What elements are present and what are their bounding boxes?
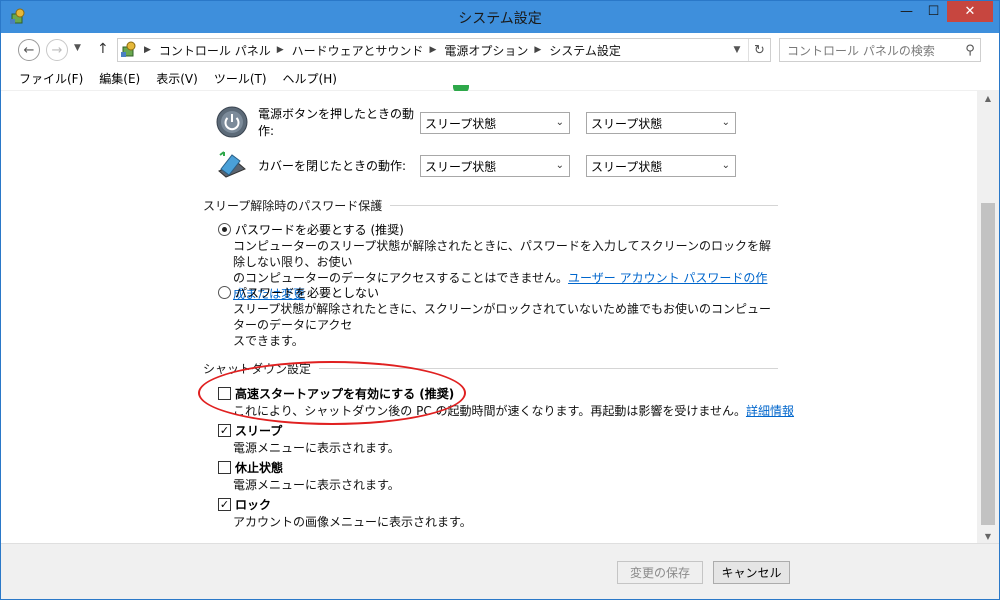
more-info-link[interactable]: 詳細情報 [746, 404, 794, 418]
lock-option[interactable]: ✓ ロック [218, 496, 271, 513]
power-button-plugged-value: スリープ状態 [591, 116, 663, 131]
chevron-down-icon: ⌄ [555, 160, 564, 171]
power-button-battery-select[interactable]: スリープ状態 ⌄ [420, 112, 570, 134]
require-password-option[interactable]: パスワードを必要とする (推奨) [218, 221, 404, 238]
power-button-icon [216, 106, 248, 138]
window-title: システム設定 [458, 11, 542, 27]
refresh-icon[interactable]: ↻ [748, 39, 770, 61]
recent-locations-chevron-icon[interactable]: ▼ [74, 43, 81, 53]
system-settings-window: システム設定 — ☐ ✕ ← → ▼ ↑ ▶ コントロール パネル ▶ ハードウ… [0, 0, 1000, 600]
sleep-description: 電源メニューに表示されます。 [233, 441, 400, 455]
password-section-label: スリープ解除時のパスワード保護 [203, 199, 383, 213]
control-panel-icon [121, 41, 136, 57]
hibernate-checkbox[interactable] [218, 461, 231, 474]
section-divider [319, 368, 778, 369]
sleep-checkbox[interactable]: ✓ [218, 424, 231, 437]
search-box[interactable]: コントロール パネルの検索 ⚲ [779, 38, 981, 62]
chevron-right-icon[interactable]: ▶ [277, 45, 284, 55]
forward-arrow-icon[interactable]: → [46, 39, 68, 61]
footer-bar: 変更の保存 キャンセル [1, 543, 999, 599]
menu-bar: ファイル(F) 編集(E) 表示(V) ツール(T) ヘルプ(H) [1, 67, 999, 91]
breadcrumb-control-panel[interactable]: コントロール パネル [159, 42, 271, 59]
scroll-down-arrow-icon[interactable]: ▼ [977, 529, 999, 543]
chevron-right-icon[interactable]: ▶ [144, 45, 151, 55]
hibernate-description: 電源メニューに表示されます。 [233, 478, 400, 492]
password-section-title: スリープ解除時のパスワード保護 [203, 197, 778, 214]
cancel-button[interactable]: キャンセル [713, 561, 790, 584]
address-bar[interactable]: ▶ コントロール パネル ▶ ハードウェアとサウンド ▶ 電源オプション ▶ シ… [117, 38, 771, 62]
breadcrumb-hardware-sound[interactable]: ハードウェアとサウンド [292, 42, 424, 59]
chevron-down-icon: ⌄ [721, 117, 730, 128]
fast-startup-label[interactable]: 高速スタートアップを有効にする (推奨) [235, 385, 454, 402]
no-password-desc-line1: スリープ状態が解除されたときに、スクリーンがロックされていないため誰でもお使いの… [233, 302, 771, 332]
power-button-label: 電源ボタンを押したときの動作: [258, 107, 415, 138]
lid-setting-row: カバーを閉じたときの動作: [216, 149, 420, 181]
menu-file[interactable]: ファイル(F) [11, 70, 91, 87]
search-input[interactable]: コントロール パネルの検索 [787, 42, 960, 59]
up-arrow-icon[interactable]: ↑ [97, 41, 109, 57]
save-changes-button[interactable]: 変更の保存 [617, 561, 703, 584]
menu-view[interactable]: 表示(V) [148, 70, 206, 87]
hibernate-option[interactable]: 休止状態 [218, 459, 283, 476]
lid-battery-value: スリープ状態 [425, 159, 497, 174]
lock-label[interactable]: ロック [235, 496, 271, 513]
menu-tools[interactable]: ツール(T) [206, 70, 275, 87]
no-password-label[interactable]: パスワードを必要としない [235, 284, 379, 301]
fast-startup-desc-text: これにより、シャットダウン後の PC の起動時間が速くなります。再起動は影響を受… [233, 404, 746, 418]
address-dropdown-icon[interactable]: ▼ [726, 39, 748, 61]
scroll-up-arrow-icon[interactable]: ▲ [977, 91, 999, 105]
power-button-setting-row: 電源ボタンを押したときの動作: [216, 105, 420, 139]
close-button[interactable]: ✕ [947, 1, 993, 22]
sleep-label[interactable]: スリープ [235, 422, 282, 439]
menu-edit[interactable]: 編集(E) [91, 70, 148, 87]
hibernate-label[interactable]: 休止状態 [235, 459, 283, 476]
title-bar[interactable]: システム設定 — ☐ ✕ [1, 1, 999, 33]
fast-startup-checkbox[interactable] [218, 387, 231, 400]
breadcrumb-power-options[interactable]: 電源オプション [444, 42, 528, 59]
sleep-option[interactable]: ✓ スリープ [218, 422, 282, 439]
shutdown-section-title: シャットダウン設定 [203, 360, 778, 377]
no-password-radio[interactable] [218, 286, 231, 299]
back-arrow-icon[interactable]: ← [18, 39, 40, 61]
require-password-radio[interactable] [218, 223, 231, 236]
navigation-bar: ← → ▼ ↑ ▶ コントロール パネル ▶ ハードウェアとサウンド ▶ 電源オ… [1, 33, 999, 67]
search-icon[interactable]: ⚲ [960, 43, 980, 58]
breadcrumb-system-settings[interactable]: システム設定 [549, 42, 621, 59]
chevron-down-icon: ⌄ [721, 160, 730, 171]
laptop-lid-icon [218, 151, 246, 178]
no-password-description: スリープ状態が解除されたときに、スクリーンがロックされていないため誰でもお使いの… [233, 301, 773, 349]
chevron-down-icon: ⌄ [555, 117, 564, 128]
section-divider [390, 205, 778, 206]
fast-startup-description: これにより、シャットダウン後の PC の起動時間が速くなります。再起動は影響を受… [233, 402, 794, 419]
chevron-right-icon[interactable]: ▶ [429, 45, 436, 55]
require-password-desc-line2: のコンピューターのデータにアクセスすることはできません。 [233, 271, 569, 285]
settings-content: 電源ボタンを押したときの動作: スリープ状態 ⌄ スリープ状態 ⌄ カバーを閉じ… [1, 91, 977, 543]
power-button-plugged-select[interactable]: スリープ状態 ⌄ [586, 112, 736, 134]
lid-label: カバーを閉じたときの動作: [258, 158, 407, 173]
lid-plugged-value: スリープ状態 [591, 159, 663, 174]
vertical-scrollbar[interactable]: ▲ ▼ [977, 91, 999, 543]
require-password-label[interactable]: パスワードを必要とする (推奨) [235, 221, 404, 238]
no-password-option[interactable]: パスワードを必要としない [218, 284, 379, 301]
maximize-button[interactable]: ☐ [920, 1, 947, 22]
require-password-desc-line1: コンピューターのスリープ状態が解除されたときに、パスワードを入力してスクリーンの… [233, 239, 771, 269]
power-button-battery-value: スリープ状態 [425, 116, 497, 131]
no-password-desc-line2: スできます。 [233, 334, 304, 348]
shutdown-section-label: シャットダウン設定 [203, 362, 312, 376]
menu-help[interactable]: ヘルプ(H) [275, 70, 345, 87]
lock-checkbox[interactable]: ✓ [218, 498, 231, 511]
lid-plugged-select[interactable]: スリープ状態 ⌄ [586, 155, 736, 177]
chevron-right-icon[interactable]: ▶ [534, 45, 541, 55]
scrollbar-thumb[interactable] [981, 203, 995, 525]
fast-startup-option[interactable]: 高速スタートアップを有効にする (推奨) [218, 385, 454, 402]
radio-selected-dot [222, 227, 227, 232]
lock-description: アカウントの画像メニューに表示されます。 [233, 515, 472, 529]
lid-battery-select[interactable]: スリープ状態 ⌄ [420, 155, 570, 177]
minimize-button[interactable]: — [893, 1, 920, 22]
